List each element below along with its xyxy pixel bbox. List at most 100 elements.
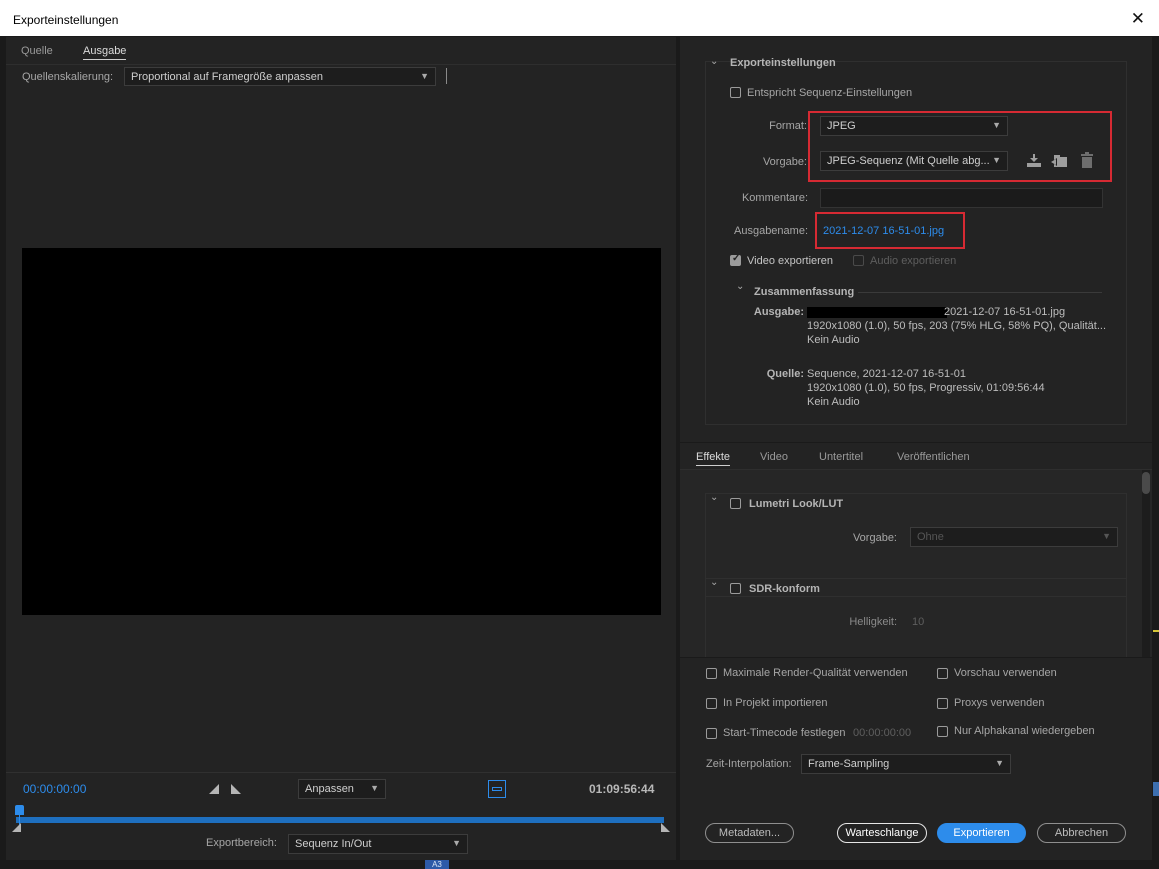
format-label: Format: bbox=[769, 120, 807, 132]
window-titlebar: Exporteinstellungen ✕ bbox=[0, 0, 1159, 36]
lumetri-label: Lumetri Look/LUT bbox=[749, 498, 844, 510]
metadata-button[interactable]: Metadaten... bbox=[705, 823, 794, 843]
format-value: JPEG bbox=[827, 120, 856, 132]
summary-output-label: Ausgabe: bbox=[753, 306, 804, 318]
options-divider bbox=[680, 657, 1152, 658]
effects-scroll-area: ⌄ Lumetri Look/LUT Vorgabe: Ohne ▼ ⌄ SDR… bbox=[680, 470, 1152, 657]
summary-divider bbox=[858, 292, 1102, 293]
outname-label: Ausgabename: bbox=[734, 225, 808, 237]
save-preset-icon[interactable] bbox=[1026, 153, 1042, 168]
cancel-button[interactable]: Abbrechen bbox=[1037, 823, 1126, 843]
collapse-chevron-icon[interactable]: ⌄ bbox=[710, 56, 718, 67]
preset-label: Vorgabe: bbox=[762, 156, 807, 168]
mark-in-icon bbox=[209, 784, 219, 794]
tab-quelle[interactable]: Quelle bbox=[21, 45, 53, 57]
preview-label: Vorschau verwenden bbox=[954, 667, 1057, 679]
range-dropdown[interactable]: Sequenz In/Out ▼ bbox=[288, 834, 468, 854]
tab-untertitel[interactable]: Untertitel bbox=[819, 451, 863, 463]
chevron-down-icon: ▼ bbox=[995, 758, 1004, 768]
scaling-dropdown[interactable]: Proportional auf Framegröße anpassen ▼ bbox=[124, 67, 436, 86]
lumetri-checkbox[interactable] bbox=[730, 498, 741, 509]
queue-button[interactable]: Warteschlange bbox=[837, 823, 927, 843]
lumetri-preset-value: Ohne bbox=[917, 531, 944, 543]
summary-output-line-1: 2021-12-07 16-51-01.jpg bbox=[944, 306, 1066, 318]
tabs-top-divider bbox=[680, 442, 1152, 443]
tab-veroeffentlichen[interactable]: Veröffentlichen bbox=[897, 451, 970, 463]
import-project-checkbox[interactable] bbox=[706, 698, 717, 709]
chevron-down-icon: ▼ bbox=[420, 71, 429, 81]
summary-output-line-3: Kein Audio bbox=[807, 334, 860, 346]
range-label: Exportbereich: bbox=[206, 837, 277, 849]
max-render-checkbox[interactable] bbox=[706, 668, 717, 679]
export-button[interactable]: Exportieren bbox=[937, 823, 1026, 843]
proxies-label: Proxys verwenden bbox=[954, 697, 1045, 709]
video-preview bbox=[22, 248, 661, 615]
match-sequence-checkbox[interactable] bbox=[730, 87, 741, 98]
tab-divider bbox=[6, 64, 676, 65]
summary-source-line-1: Sequence, 2021-12-07 16-51-01 bbox=[807, 368, 967, 380]
start-timecode-checkbox[interactable] bbox=[706, 728, 717, 739]
in-point-handle-icon[interactable] bbox=[12, 823, 22, 832]
tab-ausgabe[interactable]: Ausgabe bbox=[83, 45, 127, 60]
video-export-label: Video exportieren bbox=[747, 255, 834, 267]
mark-in-out-icons[interactable] bbox=[209, 783, 241, 795]
background-app-marker bbox=[1153, 782, 1159, 796]
scaling-value: Proportional auf Framegröße anpassen bbox=[131, 71, 323, 83]
lumetri-preset-label: Vorgabe: bbox=[852, 532, 897, 544]
preview-panel: Quelle Ausgabe Quellenskalierung: Propor… bbox=[6, 37, 676, 860]
timecode-current[interactable]: 00:00:00:00 bbox=[23, 782, 86, 796]
comment-label: Kommentare: bbox=[741, 192, 808, 204]
sdr-label: SDR-konform bbox=[749, 583, 820, 595]
outname-link[interactable]: 2021-12-07 16-51-01.jpg bbox=[823, 225, 944, 237]
redacted-path bbox=[807, 307, 947, 318]
chevron-down-icon: ▼ bbox=[452, 838, 461, 848]
tab-video[interactable]: Video bbox=[760, 451, 788, 463]
range-value: Sequenz In/Out bbox=[295, 838, 372, 850]
interp-dropdown[interactable]: Frame-Sampling ▼ bbox=[801, 754, 1011, 774]
match-sequence-label: Entspricht Sequenz-Einstellungen bbox=[747, 87, 913, 99]
lumetri-preset-dropdown[interactable]: Ohne ▼ bbox=[910, 527, 1118, 547]
summary-header: Zusammenfassung bbox=[754, 286, 855, 298]
chevron-down-icon: ▼ bbox=[992, 120, 1001, 130]
settings-panel: ⌄ Exporteinstellungen Entspricht Sequenz… bbox=[680, 37, 1152, 860]
preset-value: JPEG-Sequenz (Mit Quelle abg... bbox=[827, 155, 990, 167]
chevron-down-icon: ▼ bbox=[992, 155, 1001, 165]
audio-export-checkbox[interactable] bbox=[853, 255, 864, 266]
lumetri-collapse-icon[interactable]: ⌄ bbox=[710, 492, 718, 503]
sdr-collapse-icon[interactable]: ⌄ bbox=[710, 577, 718, 588]
brightness-value[interactable]: 10 bbox=[912, 616, 924, 628]
comment-input[interactable] bbox=[820, 188, 1103, 208]
audio-export-label: Audio exportieren bbox=[870, 255, 957, 267]
summary-collapse-icon[interactable]: ⌄ bbox=[736, 281, 744, 292]
background-app-marker bbox=[1153, 630, 1159, 632]
timeline-bar[interactable] bbox=[16, 817, 664, 823]
timecode-duration: 01:09:56:44 bbox=[589, 782, 655, 796]
max-render-label: Maximale Render-Qualität verwenden bbox=[723, 667, 908, 679]
video-export-checkbox[interactable] bbox=[730, 253, 741, 266]
scrollbar-thumb[interactable] bbox=[1142, 472, 1150, 494]
close-icon[interactable]: ✕ bbox=[1131, 9, 1145, 29]
format-dropdown[interactable]: JPEG ▼ bbox=[820, 116, 1008, 136]
alpha-only-label: Nur Alphakanal wiedergeben bbox=[954, 725, 1095, 737]
summary-source-line-3: Kein Audio bbox=[807, 396, 860, 408]
brightness-label: Helligkeit: bbox=[849, 616, 897, 628]
fit-dropdown[interactable]: Anpassen ▼ bbox=[298, 779, 386, 799]
delete-preset-icon[interactable] bbox=[1080, 152, 1094, 168]
interp-label: Zeit-Interpolation: bbox=[706, 758, 792, 770]
mark-out-icon bbox=[231, 784, 241, 794]
import-preset-icon[interactable] bbox=[1051, 153, 1069, 168]
alpha-only-checkbox[interactable] bbox=[937, 726, 948, 737]
chevron-down-icon: ▼ bbox=[370, 783, 379, 793]
tab-effekte[interactable]: Effekte bbox=[696, 451, 731, 466]
preview-checkbox[interactable] bbox=[937, 668, 948, 679]
sdr-checkbox[interactable] bbox=[730, 583, 741, 594]
start-timecode-value[interactable]: 00:00:00:00 bbox=[853, 727, 911, 739]
out-point-handle-icon[interactable] bbox=[661, 823, 671, 832]
interp-value: Frame-Sampling bbox=[808, 758, 890, 770]
import-project-label: In Projekt importieren bbox=[723, 697, 828, 709]
summary-source-line-2: 1920x1080 (1.0), 50 fps, Progressiv, 01:… bbox=[807, 382, 1045, 394]
aspect-toggle-icon[interactable] bbox=[488, 780, 506, 798]
preset-dropdown[interactable]: JPEG-Sequenz (Mit Quelle abg... ▼ bbox=[820, 151, 1008, 171]
proxies-checkbox[interactable] bbox=[937, 698, 948, 709]
scrollbar-track[interactable] bbox=[1142, 470, 1150, 657]
